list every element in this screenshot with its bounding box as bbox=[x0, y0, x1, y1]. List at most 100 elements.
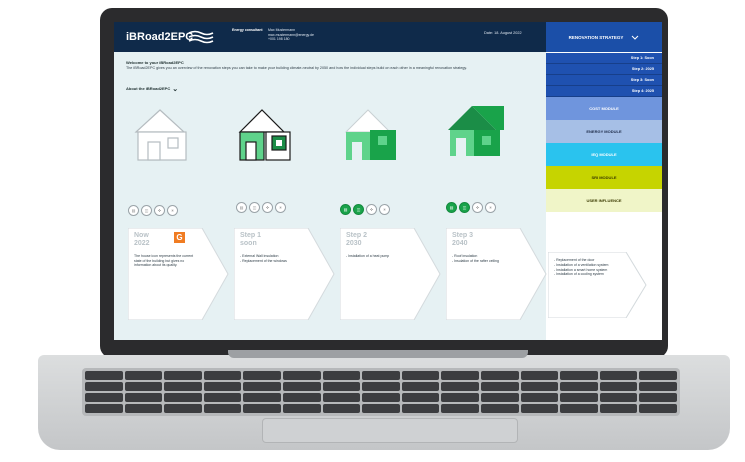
about-label: About the iBRoad2EPC bbox=[126, 86, 171, 91]
card-year: 2030 bbox=[346, 240, 362, 247]
renovation-strategy-dropdown[interactable]: RENOVATION STRATEGY bbox=[546, 22, 662, 52]
cooling-icon: ✳ bbox=[485, 202, 496, 213]
keyboard-key bbox=[560, 393, 598, 402]
laptop-hinge bbox=[228, 350, 528, 358]
keyboard-key bbox=[520, 371, 559, 380]
card-description: The house icon represents the current st… bbox=[134, 254, 194, 268]
keyboard-key bbox=[164, 393, 202, 402]
keyboard-key bbox=[124, 382, 163, 391]
keyboard-key bbox=[362, 382, 400, 391]
keyboard-key bbox=[124, 404, 163, 413]
keyboard-key bbox=[480, 371, 519, 380]
main-content: Welcome to your iBRoad2EPC The iBRoad2EP… bbox=[114, 52, 548, 340]
laptop-keyboard bbox=[82, 368, 680, 416]
keyboard-key bbox=[560, 371, 598, 380]
step-link-4[interactable]: Step 4: 2025 bbox=[546, 86, 662, 97]
status-icons-step-2: ▤ ◫ ✣ ✳ bbox=[340, 204, 390, 215]
user-influence-button[interactable]: USER INFLUENCE bbox=[546, 189, 662, 212]
cooling-icon: ✳ bbox=[379, 204, 390, 215]
product-photo: iBRoad2EPC Energy consultant Max Musterm… bbox=[0, 0, 745, 462]
keyboard-key bbox=[599, 371, 638, 380]
keyboard-key bbox=[362, 404, 400, 413]
keyboard-key bbox=[362, 371, 400, 380]
keyboard-key bbox=[203, 404, 242, 413]
chevron-down-icon bbox=[632, 35, 639, 40]
waves-icon bbox=[188, 30, 214, 44]
house-icon-step-2 bbox=[344, 109, 396, 160]
ventilation-icon: ✣ bbox=[472, 202, 483, 213]
keyboard-key bbox=[480, 382, 519, 391]
about-toggle[interactable]: About the iBRoad2EPC ⌄ bbox=[126, 85, 178, 93]
keyboard-key bbox=[243, 393, 281, 402]
keyboard-key bbox=[441, 404, 479, 413]
sri-module-button[interactable]: SRI MODULE bbox=[546, 166, 662, 189]
keyboard-key bbox=[599, 404, 638, 413]
step-card-now[interactable]: Now 2022 G The house icon represents the… bbox=[128, 228, 230, 320]
welcome-title: Welcome to your iBRoad2EPC bbox=[126, 60, 184, 65]
step-link-1[interactable]: Step 1: Soon bbox=[546, 53, 662, 64]
cooling-icon: ✳ bbox=[167, 205, 178, 216]
keyboard-key bbox=[639, 371, 677, 380]
card-title: Now bbox=[134, 232, 149, 239]
keyboard-key bbox=[164, 382, 202, 391]
keyboard-key bbox=[203, 371, 242, 380]
keyboard-key bbox=[85, 371, 123, 380]
cost-module-button[interactable]: COST MODULE bbox=[546, 97, 662, 120]
keyboard-key bbox=[401, 404, 440, 413]
consultant-label: Energy consultant bbox=[232, 28, 263, 32]
cooling-icon: ✳ bbox=[275, 202, 286, 213]
status-icons-now: ▤ ◫ ✣ ✳ bbox=[128, 205, 178, 216]
keyboard-key bbox=[441, 382, 479, 391]
welcome-text: The iBRoad2EPC gives you an overview of … bbox=[126, 66, 468, 70]
step-card-1[interactable]: Step 1 soon - External Wall insulation -… bbox=[234, 228, 336, 320]
keyboard-key bbox=[243, 382, 281, 391]
card-description: - Installation of a heat pump bbox=[346, 254, 390, 258]
keyboard-key bbox=[520, 393, 559, 402]
energy-module-button[interactable]: ENERGY MODULE bbox=[546, 120, 662, 143]
heating-icon: ▤ bbox=[446, 202, 457, 213]
heating-icon: ▤ bbox=[128, 205, 139, 216]
keyboard-key bbox=[401, 371, 440, 380]
keyboard-key bbox=[243, 404, 281, 413]
keyboard-key bbox=[203, 382, 242, 391]
step-card-4[interactable]: - Replacement of the door - Installation… bbox=[547, 251, 648, 319]
ieq-module-button[interactable]: IEQ MODULE bbox=[546, 143, 662, 166]
keyboard-key bbox=[560, 404, 598, 413]
heating-icon: ▤ bbox=[340, 204, 351, 215]
card-year: 2022 bbox=[134, 240, 150, 247]
step-link-2[interactable]: Step 2: 2025 bbox=[546, 64, 662, 75]
window-icon: ◫ bbox=[459, 202, 470, 213]
window-icon: ◫ bbox=[353, 204, 364, 215]
ventilation-icon: ✣ bbox=[262, 202, 273, 213]
ventilation-icon: ✣ bbox=[366, 204, 377, 215]
window-icon: ◫ bbox=[249, 202, 260, 213]
keyboard-key bbox=[85, 382, 123, 391]
status-icons-step-3: ▤ ◫ ✣ ✳ bbox=[446, 202, 496, 213]
keyboard-key bbox=[322, 393, 361, 402]
card-description: - External Wall insulation - Replacement… bbox=[240, 254, 287, 263]
card-year: soon bbox=[240, 240, 257, 247]
keyboard-key bbox=[322, 404, 361, 413]
card-description: - Replacement of the door - Installation… bbox=[554, 258, 609, 277]
card-year: 2040 bbox=[452, 240, 468, 247]
status-icons-step-1: ▤ ◫ ✣ ✳ bbox=[236, 202, 286, 213]
keyboard-key bbox=[560, 382, 598, 391]
keyboard-key bbox=[164, 404, 202, 413]
house-icon-step-1 bbox=[238, 109, 291, 161]
heating-icon: ▤ bbox=[236, 202, 247, 213]
consultant-details: Max Mustermann max.mustermann@energy.de … bbox=[268, 28, 314, 42]
keyboard-key bbox=[401, 393, 440, 402]
keyboard-key bbox=[282, 382, 321, 391]
keyboard-key bbox=[322, 371, 361, 380]
keyboard-key bbox=[203, 393, 242, 402]
step-card-3[interactable]: Step 3 2040 - Roof insulation - Insulati… bbox=[446, 228, 548, 320]
keyboard-key bbox=[282, 404, 321, 413]
keyboard-key bbox=[599, 382, 638, 391]
window-icon: ◫ bbox=[141, 205, 152, 216]
step-link-3[interactable]: Step 3: Soon bbox=[546, 75, 662, 86]
step-card-2[interactable]: Step 2 2030 - Installation of a heat pum… bbox=[340, 228, 442, 320]
keyboard-key bbox=[441, 371, 479, 380]
keyboard-key bbox=[164, 371, 202, 380]
keyboard-key bbox=[520, 404, 559, 413]
laptop-trackpad bbox=[262, 418, 518, 443]
